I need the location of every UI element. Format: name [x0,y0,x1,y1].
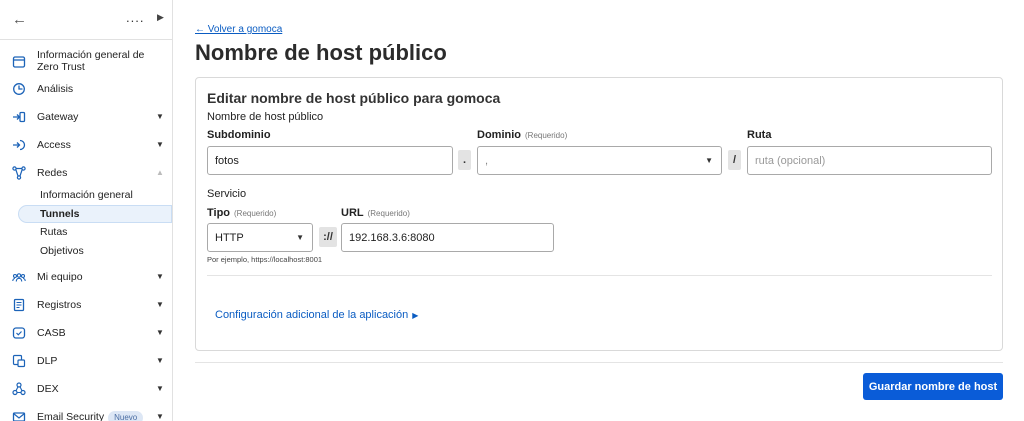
sidebar-item-gateway[interactable]: Gateway ▼ [0,107,172,127]
sidebar-subitem-targets[interactable]: Objetivos [40,245,84,257]
shield-check-icon [12,326,26,340]
sidebar-item-label: Gateway [37,111,79,123]
sidebar-subitem-overview[interactable]: Información general [40,189,133,201]
slash-separator: / [728,150,741,170]
sidebar: ← .... ▶ Información general de Zero Tru… [0,0,173,421]
back-arrow-icon[interactable]: ← [12,11,27,28]
subdomain-label: Subdominio [207,129,271,141]
sidebar-item-my-team[interactable]: Mi equipo ▼ [0,267,172,287]
main-content: ← Volver a gomoca Nombre de host público… [195,0,1003,421]
chevron-down-icon[interactable]: ▼ [156,300,164,309]
domain-label: Dominio (Requerido) [477,129,567,141]
chevron-down-icon[interactable]: ▼ [156,328,164,337]
url-input[interactable]: 192.168.3.6:8080 [341,223,554,252]
section-hostname-label: Nombre de host público [207,111,324,123]
footer-divider [195,362,1003,363]
sidebar-item-analytics[interactable]: Análisis [0,79,172,99]
new-badge: Nuevo [108,411,144,421]
sidebar-subitem-tunnels[interactable]: Tunnels [40,208,79,220]
domain-label-text: Dominio [477,129,521,141]
chevron-down-icon: ▼ [296,233,304,242]
type-label-text: Tipo [207,207,231,219]
sidebar-item-access[interactable]: Access ▼ [0,135,172,155]
dot-separator: . [458,150,471,170]
domain-required: (Requerido) [525,131,568,140]
section-service-label: Servicio [207,188,247,200]
path-label: Ruta [747,129,771,141]
path-placeholder: ruta (opcional) [755,154,826,167]
subdomain-label-text: Subdominio [207,129,271,141]
chevron-down-icon[interactable]: ▼ [156,140,164,149]
nodes-icon [12,382,26,396]
domain-value: , [485,154,489,167]
type-required: (Requerido) [234,209,277,218]
page-title: Nombre de host público [195,40,447,65]
clock-chart-icon [12,82,26,96]
domain-select[interactable]: , ▼ [477,146,722,175]
data-icon [12,354,26,368]
sidebar-item-logs[interactable]: Registros ▼ [0,295,172,315]
panel-icon [12,55,26,69]
chevron-down-icon[interactable]: ▼ [156,356,164,365]
sidebar-item-label: Registros [37,299,82,311]
subdomain-input[interactable]: fotos [207,146,453,175]
mail-icon [12,410,26,421]
hostname-form-card: Editar nombre de host público para gomoc… [195,77,1003,351]
path-input[interactable]: ruta (opcional) [747,146,992,175]
url-required: (Requerido) [367,209,410,218]
document-icon [12,298,26,312]
back-to-tunnel-link[interactable]: ← Volver a gomoca [195,24,282,35]
network-icon [12,166,26,180]
sidebar-item-label: Mi equipo [37,271,83,283]
chevron-down-icon: ▼ [705,156,713,165]
sidebar-item-label: Redes [37,167,68,179]
subdomain-value: fotos [215,154,239,167]
sidebar-item-label-text: Email Security [37,411,105,421]
chevron-down-icon[interactable]: ▼ [156,384,164,393]
card-divider [207,275,992,276]
sidebar-item-email-security[interactable]: Email Security Nuevo ▼ [0,407,172,421]
sidebar-item-label: Email Security Nuevo [37,411,144,421]
sidebar-item-label: DLP [37,355,58,367]
account-name[interactable]: .... [126,10,144,25]
sidebar-item-label: Análisis [37,83,74,95]
sidebar-item-overview[interactable]: Información general de Zero Trust [0,47,172,73]
sidebar-header: ← .... ▶ [0,0,172,40]
url-label-text: URL [341,207,364,219]
sidebar-item-casb[interactable]: CASB ▼ [0,323,172,343]
sidebar-item-networks[interactable]: Redes ▲ [0,163,172,183]
save-hostname-button[interactable]: Guardar nombre de host [863,373,1003,400]
sidebar-item-label: Access [37,139,71,151]
additional-settings-label: Configuración adicional de la aplicación [215,309,409,321]
sidebar-item-label: Información general de Zero Trust [37,49,145,73]
url-hint: Por ejemplo, https://localhost:8001 [207,255,323,264]
chevron-down-icon[interactable]: ▼ [156,272,164,281]
gateway-icon [12,110,26,124]
additional-settings-toggle[interactable]: Configuración adicional de la aplicación… [215,309,418,321]
sidebar-subitem-routes[interactable]: Rutas [40,226,67,238]
chevron-down-icon[interactable]: ▼ [156,112,164,121]
url-label: URL (Requerido) [341,207,410,219]
scheme-separator: :// [319,227,337,247]
caret-right-icon: ▶ [412,311,419,320]
sidebar-item-label: DEX [37,383,59,395]
service-type-value: HTTP [215,231,244,244]
url-value: 192.168.3.6:8080 [349,231,435,244]
login-icon [12,138,26,152]
team-icon [12,270,26,284]
service-type-select[interactable]: HTTP ▼ [207,223,313,252]
caret-right-icon[interactable]: ▶ [157,12,164,23]
type-label: Tipo (Requerido) [207,207,276,219]
sidebar-item-label: CASB [37,327,66,339]
chevron-down-icon[interactable]: ▼ [156,412,164,421]
card-title: Editar nombre de host público para gomoc… [207,90,501,106]
path-label-text: Ruta [747,129,772,141]
sidebar-item-dex[interactable]: DEX ▼ [0,379,172,399]
chevron-up-icon[interactable]: ▲ [156,168,164,177]
sidebar-item-dlp[interactable]: DLP ▼ [0,351,172,371]
